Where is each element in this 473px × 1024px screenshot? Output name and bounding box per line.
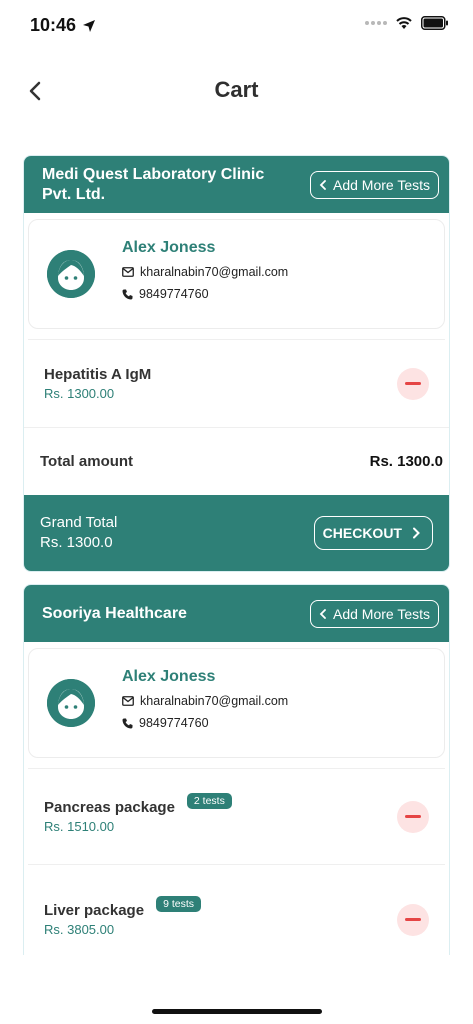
add-more-tests-label: Add More Tests: [332, 605, 430, 622]
patient-email: kharalnabin70@gmail.com: [140, 265, 289, 279]
test-count-badge: 9 tests: [156, 895, 201, 912]
minus-icon: [405, 815, 421, 818]
mail-icon: [122, 696, 134, 706]
minus-icon: [405, 382, 421, 385]
battery-icon: [421, 16, 448, 30]
patient-email: kharalnabin70@gmail.com: [140, 694, 289, 708]
test-details: Pancreas package 2 tests Rs. 1510.00: [44, 792, 232, 834]
lab-card: Sooriya Healthcare Add More Tests Alex J…: [23, 584, 450, 955]
patient-email-row: kharalnabin70@gmail.com: [122, 694, 288, 708]
total-label: Total amount: [40, 453, 134, 470]
test-price: Rs. 1510.00: [44, 819, 115, 834]
remove-test-button[interactable]: [397, 800, 429, 833]
status-time-text: 10:46: [30, 15, 77, 35]
test-item: Hepatitis A IgM Rs. 1300.00: [28, 339, 445, 427]
add-more-tests-label: Add More Tests: [332, 176, 430, 193]
test-name: Pancreas package: [44, 799, 175, 816]
remove-test-button[interactable]: [397, 367, 429, 400]
patient-name: Alex Joness: [122, 668, 216, 685]
test-name-row: Liver package 9 tests: [44, 895, 201, 919]
checkout-label: CHECKOUT: [322, 525, 402, 541]
location-arrow-icon: [83, 19, 96, 32]
nav-bar: Cart: [0, 60, 473, 120]
patient-card: Alex Joness kharalnabin70@gmail.com 9849…: [28, 219, 445, 329]
patient-info: Alex Joness kharalnabin70@gmail.com 9849…: [122, 239, 288, 309]
grand-total-value: Rs. 1300.0: [40, 534, 113, 551]
grand-total-label: Grand Total: [40, 514, 118, 531]
test-details: Liver package 9 tests Rs. 3805.00: [44, 895, 201, 937]
patient-name: Alex Joness: [122, 239, 216, 256]
checkout-button[interactable]: CHECKOUT: [313, 516, 433, 550]
test-price: Rs. 1300.00: [44, 386, 115, 401]
avatar-face-icon: [47, 679, 95, 727]
status-time: 10:46: [30, 15, 96, 36]
patient-info: Alex Joness kharalnabin70@gmail.com 9849…: [122, 668, 288, 738]
test-item: Pancreas package 2 tests Rs. 1510.00: [28, 768, 445, 864]
page-title: Cart: [214, 77, 259, 102]
remove-test-button[interactable]: [397, 903, 429, 936]
status-bar: 10:46: [0, 0, 473, 50]
lab-name: Sooriya Healthcare: [42, 604, 187, 622]
add-more-tests-button[interactable]: Add More Tests: [309, 170, 439, 199]
grand-total-info: Grand Total Rs. 1300.0: [40, 513, 117, 553]
chevron-right-icon: [413, 527, 420, 539]
total-value: Rs. 1300.0: [369, 453, 443, 470]
avatar-face-icon: [47, 250, 95, 298]
lab-header: Sooriya Healthcare Add More Tests: [24, 585, 449, 642]
test-name: Hepatitis A IgM: [44, 366, 152, 383]
patient-phone-row: 9849774760: [122, 716, 288, 730]
test-name-row: Pancreas package 2 tests: [44, 792, 232, 816]
status-icons: [365, 16, 449, 30]
grand-total-bar: Grand Total Rs. 1300.0 CHECKOUT: [24, 495, 449, 571]
phone-icon: [122, 289, 133, 299]
lab-name: Medi Quest Laboratory Clinic Pvt. Ltd.: [42, 165, 265, 203]
phone-icon: [122, 718, 133, 728]
total-row: Total amount Rs. 1300.0: [24, 427, 449, 495]
test-details: Hepatitis A IgM Rs. 1300.00: [44, 366, 151, 401]
minus-icon: [405, 918, 421, 921]
wifi-icon: [396, 17, 412, 29]
lab-card: Medi Quest Laboratory Clinic Pvt. Ltd. A…: [23, 155, 450, 572]
mail-icon: [122, 267, 134, 277]
patient-card: Alex Joness kharalnabin70@gmail.com 9849…: [28, 648, 445, 758]
cart-list[interactable]: Medi Quest Laboratory Clinic Pvt. Ltd. A…: [0, 155, 473, 955]
lab-header: Medi Quest Laboratory Clinic Pvt. Ltd. A…: [24, 156, 449, 213]
home-indicator: [152, 1009, 322, 1014]
patient-phone: 9849774760: [139, 716, 209, 730]
chevron-left-icon: [319, 179, 326, 190]
signal-icon: [365, 21, 387, 25]
patient-phone-row: 9849774760: [122, 287, 288, 301]
test-item: Liver package 9 tests Rs. 3805.00: [28, 864, 445, 955]
test-count-badge: 2 tests: [186, 792, 232, 809]
test-name: Liver package: [44, 902, 145, 919]
chevron-left-icon: [319, 608, 326, 619]
add-more-tests-button[interactable]: Add More Tests: [309, 599, 439, 628]
patient-phone: 9849774760: [139, 287, 209, 301]
patient-email-row: kharalnabin70@gmail.com: [122, 265, 288, 279]
test-price: Rs. 3805.00: [44, 922, 115, 937]
